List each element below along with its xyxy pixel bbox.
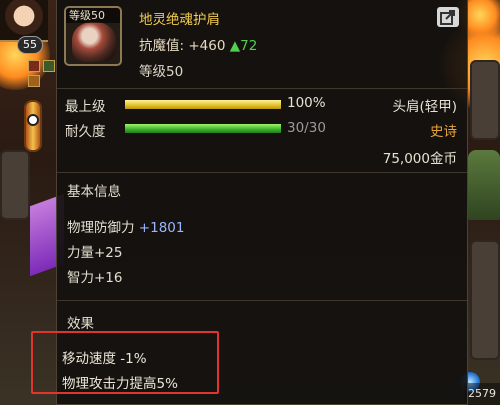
upgrade-value: 100%	[287, 95, 326, 111]
sell-price: 75,000金币	[382, 151, 457, 167]
score-counter: 2579	[464, 383, 500, 405]
durability-label: 耐久度	[65, 124, 106, 140]
rock-tile	[470, 240, 500, 360]
stat-line: 力量+25	[67, 241, 123, 261]
stat-line: 物理防御力 +1801	[67, 216, 184, 236]
stat-line: 智力+16	[67, 266, 123, 286]
durability-bar-fill	[125, 124, 281, 133]
npc-soldier	[468, 150, 500, 220]
stat-value: +16	[94, 270, 123, 286]
eye-icon	[27, 114, 39, 126]
rarity-label: 史诗	[430, 124, 457, 140]
stat-value: +25	[94, 245, 123, 261]
lamp-decoration	[24, 100, 42, 152]
stat-name: 物理防御力	[67, 220, 135, 236]
stat-value: +1801	[138, 220, 185, 236]
durability-bar	[125, 124, 281, 133]
upgrade-bar	[125, 100, 281, 109]
magic-resist-label: 抗魔值:	[139, 38, 185, 54]
basic-info-heading: 基本信息	[67, 184, 121, 200]
magic-resist-increase: ▲72	[229, 38, 258, 54]
divider	[57, 172, 467, 173]
divider	[57, 300, 467, 301]
buff-icon[interactable]	[43, 60, 55, 72]
item-name: 地灵绝魂护肩	[139, 12, 220, 28]
effect-line: 移动速度 -1%	[62, 351, 147, 367]
rock-tile	[470, 60, 500, 140]
upgrade-label: 最上级	[65, 99, 106, 115]
divider	[57, 88, 467, 89]
magic-resist-value: +460	[188, 38, 226, 54]
share-icon	[440, 10, 455, 25]
upgrade-bar-fill	[125, 100, 281, 109]
player-level-badge: 55	[17, 36, 43, 54]
effects-heading: 效果	[67, 316, 94, 332]
item-level: 等级50	[139, 64, 184, 80]
item-shoulder-icon	[72, 22, 116, 62]
effect-line: 物理攻击力提高5%	[62, 376, 178, 392]
buff-icon[interactable]	[28, 75, 40, 87]
item-icon-frame[interactable]: 等级50	[64, 6, 122, 66]
item-grade-tag: 等级50	[66, 8, 120, 23]
durability-value: 30/30	[287, 120, 326, 136]
stat-name: 力量	[67, 245, 94, 261]
stat-name: 智力	[67, 270, 94, 286]
equip-slot: 头肩(轻甲)	[392, 99, 457, 115]
share-button[interactable]	[437, 7, 459, 27]
magic-resist-line: 抗魔值: +460 ▲72	[139, 34, 257, 54]
rock-tile	[0, 150, 30, 220]
buff-icon[interactable]	[28, 60, 40, 72]
